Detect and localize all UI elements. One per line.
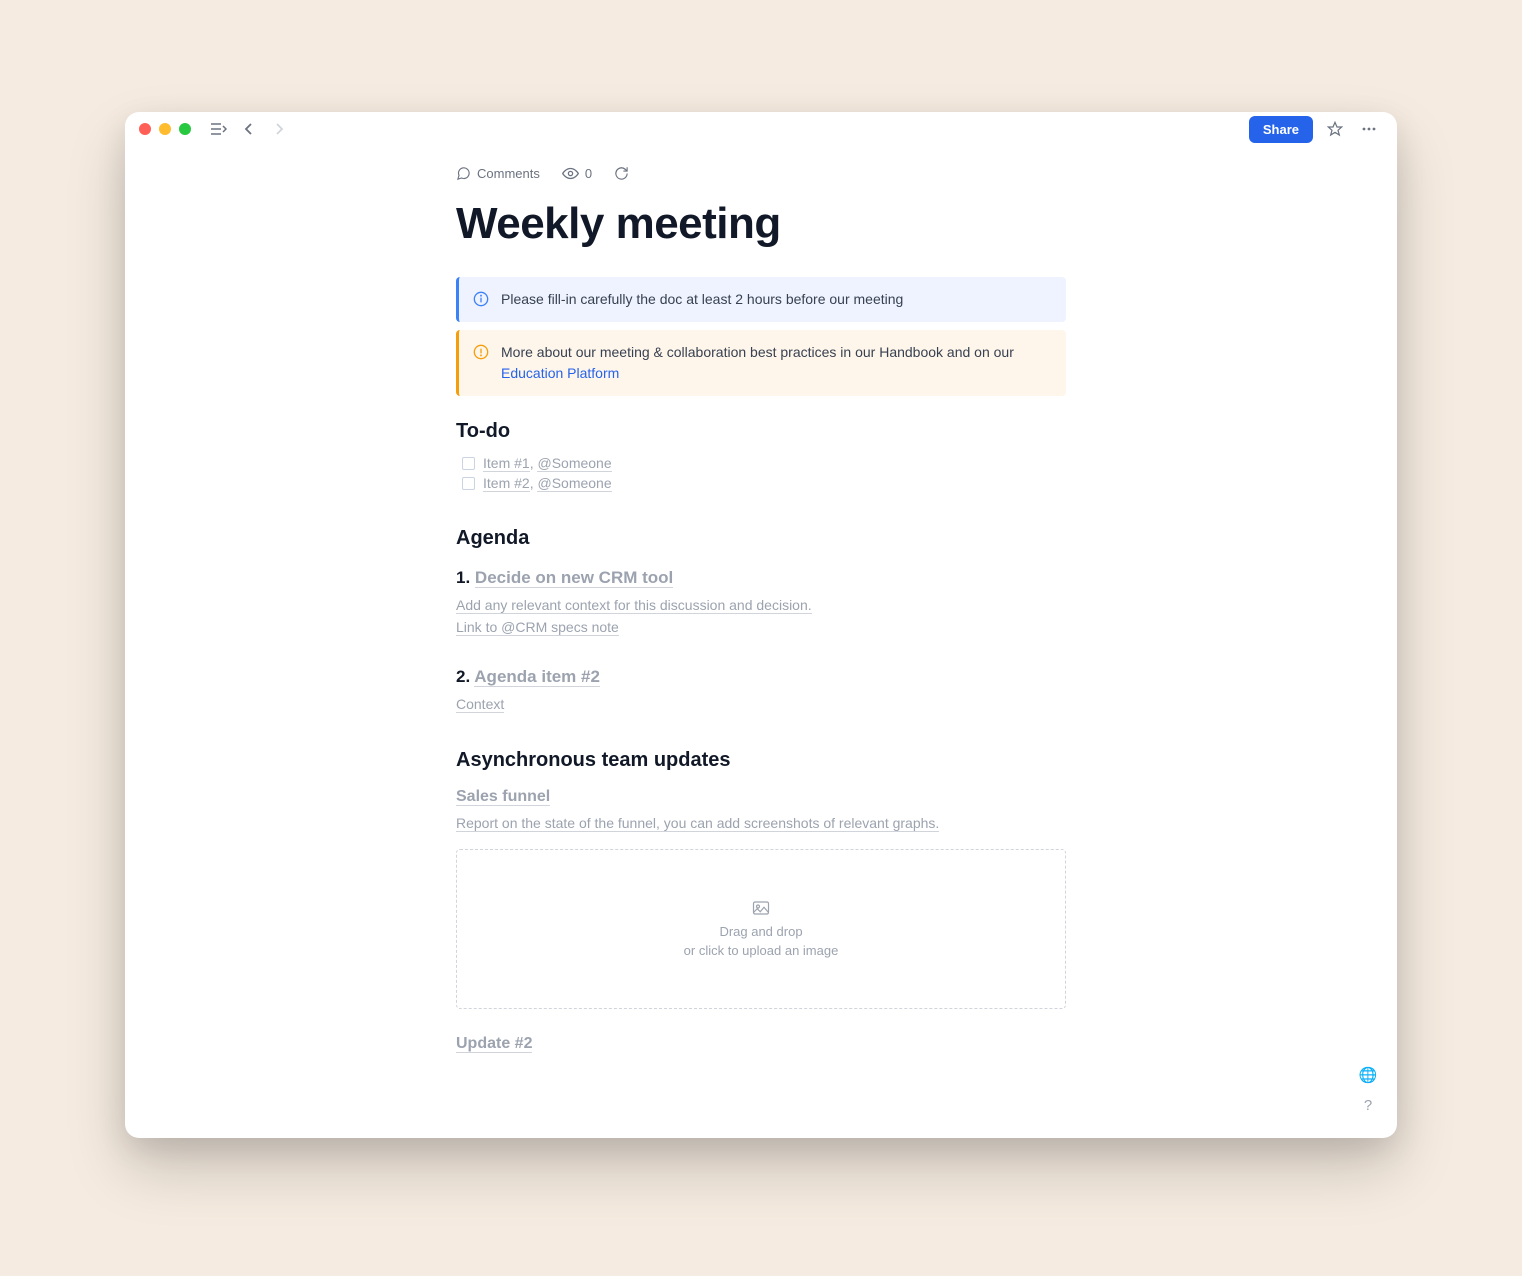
agenda-item-body[interactable]: Add any relevant context for this discus… [456,594,1066,616]
updates-heading[interactable]: Asynchronous team updates [456,749,1066,772]
agenda-item-title[interactable]: 2. Agenda item #2 [456,667,1066,687]
drop-text-1: Drag and drop [719,924,802,939]
update-item-title[interactable]: Sales funnel [456,788,1066,806]
agenda-item-body[interactable]: Link to @CRM specs note [456,616,1066,638]
nav-back-button[interactable] [237,117,261,141]
close-window-button[interactable] [139,123,151,135]
todo-heading[interactable]: To-do [456,420,1066,443]
help-icon: ? [1364,1097,1372,1114]
nav-forward-button[interactable] [267,117,291,141]
minimize-window-button[interactable] [159,123,171,135]
warning-icon [473,344,489,384]
comments-button[interactable]: Comments [456,166,540,181]
more-icon[interactable] [1357,117,1381,141]
refresh-icon [614,166,629,181]
mention[interactable]: @Someone [537,455,611,472]
info-banner-text: Please fill-in carefully the doc at leas… [501,289,903,310]
page-title[interactable]: Weekly meeting [456,199,1066,249]
info-banner: Please fill-in carefully the doc at leas… [456,277,1066,322]
info-icon [473,291,489,310]
star-icon[interactable] [1323,117,1347,141]
image-drop-zone[interactable]: Drag and drop or click to upload an imag… [456,849,1066,1009]
sidebar-toggle-icon[interactable] [207,117,231,141]
checkbox[interactable] [462,457,475,470]
todo-item[interactable]: Item #1, @Someone [456,453,1066,473]
doc-meta-row: Comments 0 [456,166,1066,181]
image-icon [752,900,770,916]
todo-item[interactable]: Item #2, @Someone [456,473,1066,493]
checkbox[interactable] [462,477,475,490]
eye-icon [562,167,579,180]
education-platform-link[interactable]: Education Platform [501,365,619,381]
warn-banner: More about our meeting & collaboration b… [456,330,1066,396]
help-button[interactable]: ? [1357,1094,1379,1116]
agenda-item-title[interactable]: 1. Decide on new CRM tool [456,568,1066,588]
titlebar: Share [125,112,1397,146]
views-counter[interactable]: 0 [562,166,592,181]
globe-button[interactable]: 🌐 [1357,1064,1379,1086]
update-item-title[interactable]: Update #2 [456,1035,1066,1053]
globe-icon: 🌐 [1359,1066,1378,1084]
maximize-window-button[interactable] [179,123,191,135]
drop-text-2: or click to upload an image [684,943,839,958]
comments-label: Comments [477,166,540,181]
mention[interactable]: @Someone [537,475,611,492]
share-button[interactable]: Share [1249,116,1313,143]
document-content: Comments 0 Weekly meeting Please fill-in… [125,146,1397,1138]
update-item-body[interactable]: Report on the state of the funnel, you c… [456,812,1066,834]
agenda-item-body[interactable]: Context [456,693,1066,715]
warn-banner-text: More about our meeting & collaboration b… [501,342,1052,384]
app-window: Share Comments 0 [125,112,1397,1138]
comment-icon [456,166,471,181]
agenda-heading[interactable]: Agenda [456,527,1066,550]
refresh-button[interactable] [614,166,629,181]
views-count: 0 [585,166,592,181]
window-controls [135,123,191,135]
